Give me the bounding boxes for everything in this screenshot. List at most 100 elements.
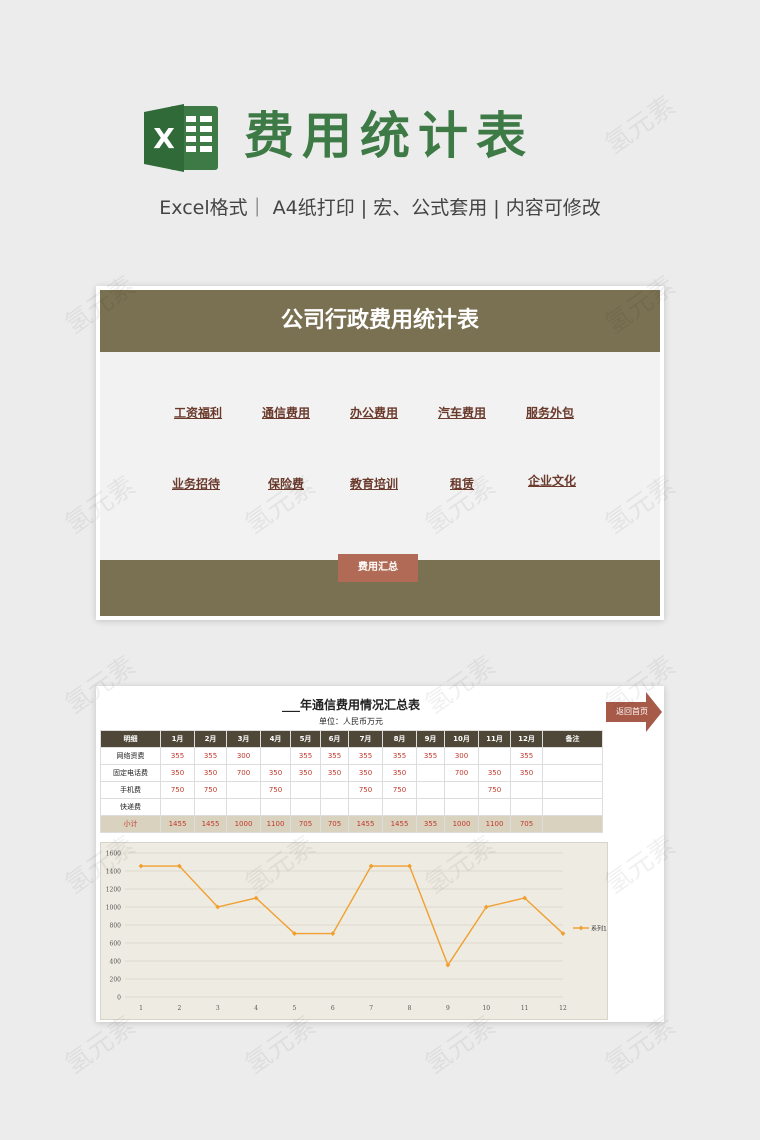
header-cell: 6月 [320, 730, 349, 748]
table-cell[interactable]: 355 [510, 747, 543, 765]
row-label[interactable]: 手机费 [100, 781, 161, 799]
x-tick-label: 8 [408, 1005, 412, 1012]
row-label[interactable]: 固定电话费 [100, 764, 161, 782]
total-cell: 355 [416, 815, 445, 833]
data-point [407, 863, 412, 869]
table-cell[interactable] [444, 798, 479, 816]
table-cell[interactable]: 750 [194, 781, 227, 799]
row-label[interactable]: 网络资费 [100, 747, 161, 765]
table-cell[interactable]: 300 [444, 747, 479, 765]
table-cell[interactable]: 355 [160, 747, 195, 765]
line-chart: 0 200 400 600 800 1000 1200 1400 1600 1 2 3 4 5 6 7 8 9 10… [100, 842, 608, 1020]
table-cell[interactable]: 355 [416, 747, 445, 765]
table-cell[interactable] [510, 781, 543, 799]
table-cell[interactable] [160, 798, 195, 816]
header-cell: 4月 [260, 730, 291, 748]
nav-link-communication[interactable]: 通信费用 [262, 404, 310, 421]
table-cell[interactable] [444, 781, 479, 799]
table-cell[interactable] [416, 798, 445, 816]
nav-link-entertainment[interactable]: 业务招待 [172, 475, 220, 492]
summary-title: ___年通信费用情况汇总表 [281, 698, 420, 712]
header-cell: 7月 [348, 730, 383, 748]
x-tick-label: 9 [446, 1005, 450, 1012]
table-cell[interactable] [478, 798, 511, 816]
table-cell[interactable]: 750 [478, 781, 511, 799]
table-cell[interactable]: 350 [290, 764, 321, 782]
table-cell[interactable]: 355 [194, 747, 227, 765]
table-row: 手机费 750 750 750 750 750 750 [100, 781, 603, 799]
nav-link-salary[interactable]: 工资福利 [174, 404, 222, 421]
table-cell[interactable] [226, 798, 261, 816]
y-tick-label: 400 [110, 959, 122, 966]
table-cell[interactable]: 355 [290, 747, 321, 765]
total-cell: 1455 [348, 815, 383, 833]
table-cell[interactable] [194, 798, 227, 816]
table-cell[interactable] [542, 781, 603, 799]
excel-logo-icon: X [140, 100, 222, 176]
header-cell: 备注 [542, 730, 603, 748]
table-cell[interactable]: 350 [510, 764, 543, 782]
total-cell: 1455 [194, 815, 227, 833]
header-cell: 5月 [290, 730, 321, 748]
x-tick-label: 6 [331, 1005, 335, 1012]
expense-table: 明细 1月 2月 3月 4月 5月 6月 7月 8月 9月 10月 11月 12月 备注 网络资费 355 35… [100, 730, 603, 833]
y-tick-label: 1200 [106, 887, 121, 894]
summary-button[interactable]: 费用汇总 [338, 554, 418, 582]
table-cell[interactable] [416, 764, 445, 782]
table-cell[interactable] [260, 798, 291, 816]
table-cell[interactable] [290, 798, 321, 816]
header-cell: 11月 [478, 730, 511, 748]
nav-link-training[interactable]: 教育培训 [350, 475, 398, 492]
nav-link-culture[interactable]: 企业文化 [528, 472, 576, 489]
table-cell[interactable]: 355 [382, 747, 417, 765]
nav-link-office[interactable]: 办公费用 [350, 404, 398, 421]
table-cell[interactable]: 350 [478, 764, 511, 782]
table-cell[interactable]: 350 [382, 764, 417, 782]
x-tick-label: 1 [139, 1005, 143, 1012]
header-cell: 10月 [444, 730, 479, 748]
table-cell[interactable]: 700 [444, 764, 479, 782]
table-cell[interactable]: 355 [320, 747, 349, 765]
table-cell[interactable]: 750 [160, 781, 195, 799]
table-cell[interactable] [416, 781, 445, 799]
table-cell[interactable]: 355 [348, 747, 383, 765]
total-label: 小计 [100, 815, 161, 833]
unit-label: 单位：人民币万元 [319, 717, 383, 726]
table-cell[interactable] [542, 747, 603, 765]
series-line [141, 865, 564, 967]
table-cell[interactable]: 750 [382, 781, 417, 799]
table-cell[interactable] [290, 781, 321, 799]
page-title: 费用统计表 [244, 107, 534, 165]
table-cell[interactable]: 350 [160, 764, 195, 782]
x-tick-label: 7 [369, 1005, 373, 1012]
table-cell[interactable] [260, 747, 291, 765]
row-label[interactable]: 快递费 [100, 798, 161, 816]
table-cell[interactable]: 350 [260, 764, 291, 782]
table-cell[interactable]: 750 [260, 781, 291, 799]
table-cell[interactable] [542, 764, 603, 782]
table-cell[interactable] [478, 747, 511, 765]
svg-text:X: X [153, 122, 175, 155]
table-cell[interactable] [382, 798, 417, 816]
y-tick-label: 800 [110, 923, 122, 930]
table-cell[interactable] [348, 798, 383, 816]
table-cell[interactable] [542, 798, 603, 816]
table-cell[interactable] [226, 781, 261, 799]
table-cell[interactable]: 300 [226, 747, 261, 765]
header-cell: 1月 [160, 730, 195, 748]
y-tick-label: 600 [110, 941, 122, 948]
legend-label: 系列1 [591, 925, 607, 933]
table-cell[interactable]: 350 [194, 764, 227, 782]
table-cell[interactable]: 700 [226, 764, 261, 782]
header-cell: 12月 [510, 730, 543, 748]
table-cell[interactable]: 350 [348, 764, 383, 782]
nav-link-vehicle[interactable]: 汽车费用 [438, 404, 486, 421]
table-cell[interactable] [510, 798, 543, 816]
table-cell[interactable] [320, 781, 349, 799]
table-cell[interactable] [320, 798, 349, 816]
nav-link-outsourcing[interactable]: 服务外包 [526, 404, 574, 421]
total-cell: 1455 [382, 815, 417, 833]
table-cell[interactable]: 350 [320, 764, 349, 782]
table-row: 固定电话费 350 350 700 350 350 350 350 350 700 350 350 [100, 764, 603, 782]
table-cell[interactable]: 750 [348, 781, 383, 799]
